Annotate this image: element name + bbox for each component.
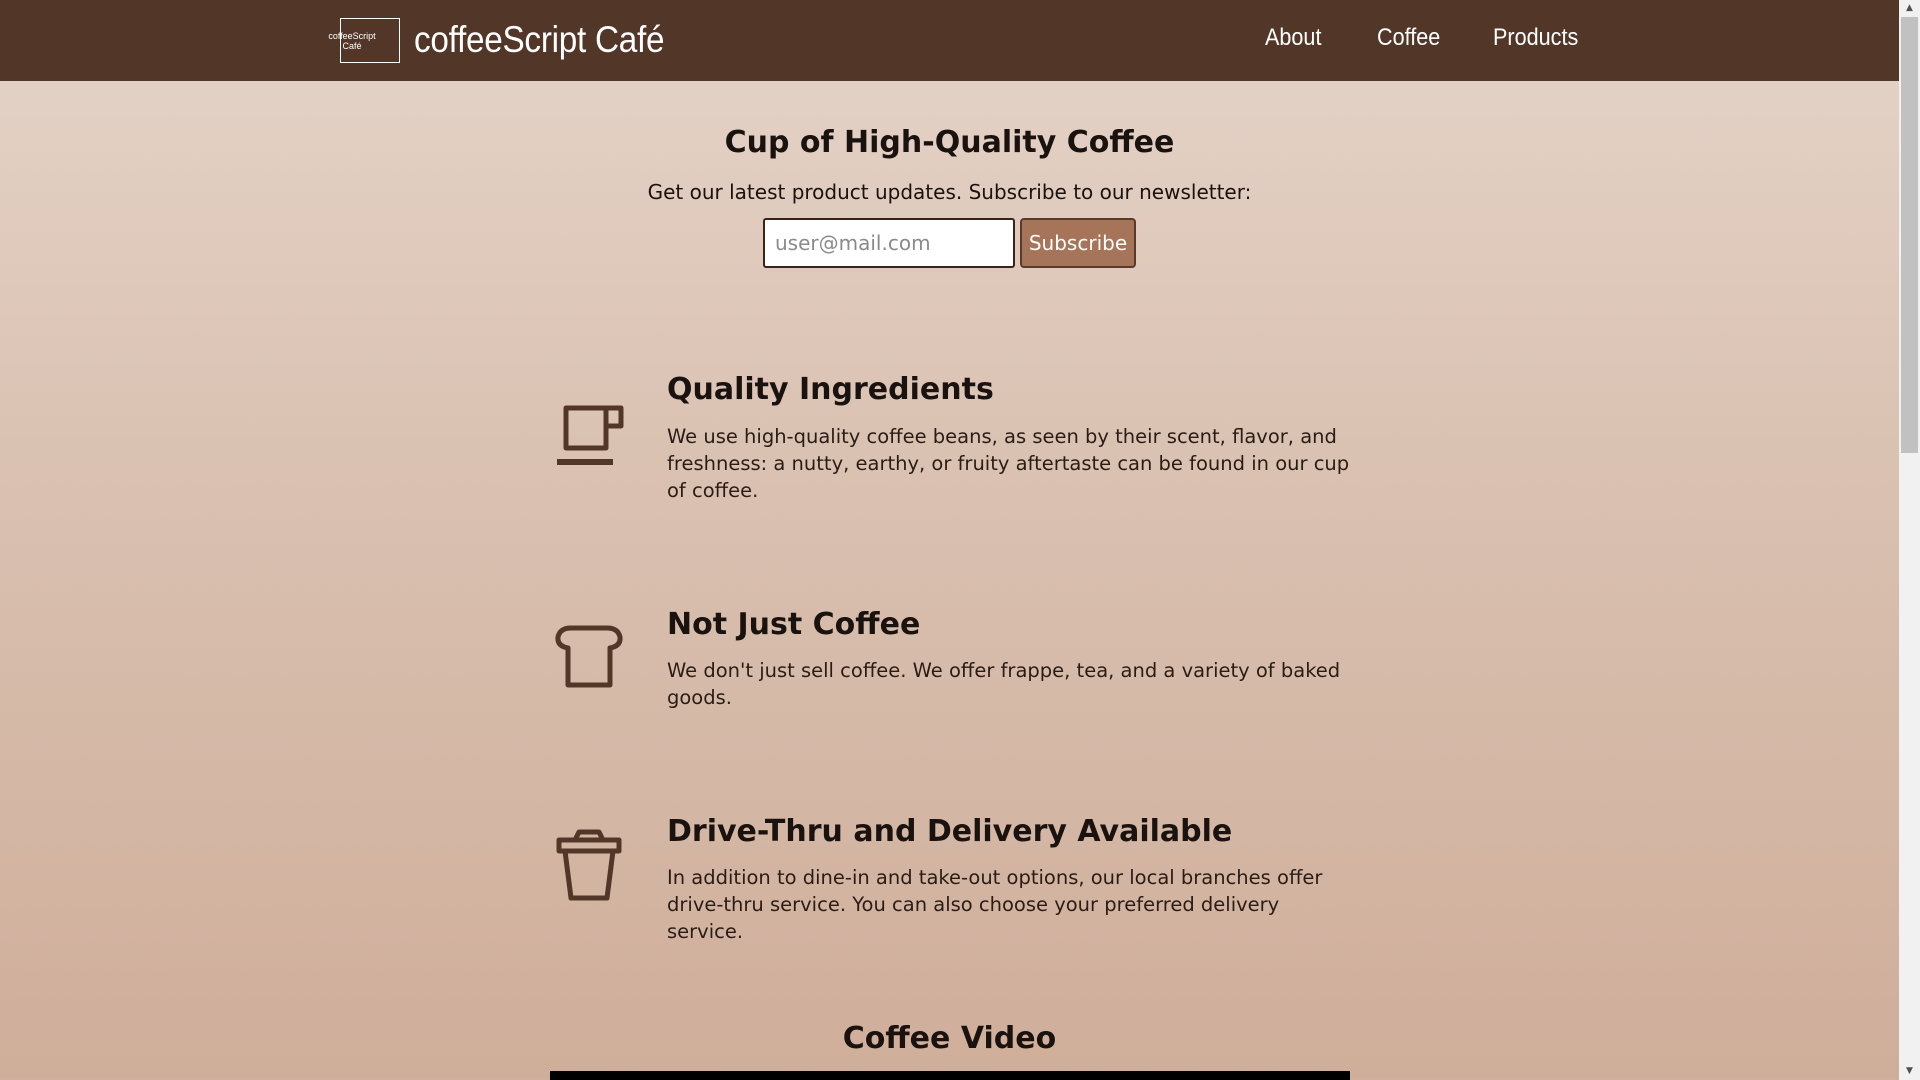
email-input[interactable] bbox=[763, 218, 1015, 268]
feature-text-not-just-coffee: We don't just sell coffee. We offer frap… bbox=[667, 659, 1341, 709]
nav-link-products[interactable]: Products bbox=[1493, 24, 1578, 52]
brand-name[interactable]: coffeeScript Café bbox=[414, 19, 665, 61]
vertical-scrollbar[interactable]: ▲ ▼ bbox=[1899, 0, 1920, 1080]
hero-title: Cup of High-Quality Coffee bbox=[724, 125, 1175, 160]
nav-link-coffee[interactable]: Coffee bbox=[1377, 24, 1440, 52]
scroll-up-arrow-icon[interactable]: ▲ bbox=[1899, 0, 1920, 17]
feature-title-not-just-coffee: Not Just Coffee bbox=[667, 607, 921, 642]
feature-text-quality: We use high-quality coffee beans, as see… bbox=[667, 425, 1350, 502]
scroll-down-arrow-icon[interactable]: ▼ bbox=[1899, 1063, 1920, 1080]
bread-icon bbox=[549, 619, 629, 699]
video-title: Coffee Video bbox=[842, 1021, 1057, 1056]
video-player[interactable] bbox=[550, 1071, 1350, 1080]
logo-text: coffeeScript Café bbox=[328, 30, 376, 51]
takeaway-cup-icon bbox=[549, 826, 629, 906]
feature-text-drive-thru: In addition to dine-in and take-out opti… bbox=[667, 866, 1323, 943]
brand[interactable]: coffeeScript Café coffeeScript Café bbox=[323, 16, 692, 64]
logo[interactable]: coffeeScript Café bbox=[328, 17, 400, 63]
coffee-cup-icon bbox=[549, 396, 629, 476]
nav-link-about[interactable]: About bbox=[1265, 24, 1321, 52]
scrollbar-thumb[interactable] bbox=[1901, 17, 1918, 453]
navbar: coffeeScript Café coffeeScript Café Abou… bbox=[0, 0, 1899, 81]
subscribe-button[interactable]: Subscribe bbox=[1020, 218, 1136, 268]
feature-title-drive-thru: Drive-Thru and Delivery Available bbox=[667, 814, 1233, 849]
newsletter-subtitle: Get our latest product updates. Subscrib… bbox=[647, 180, 1252, 204]
feature-title-quality: Quality Ingredients bbox=[667, 372, 994, 407]
